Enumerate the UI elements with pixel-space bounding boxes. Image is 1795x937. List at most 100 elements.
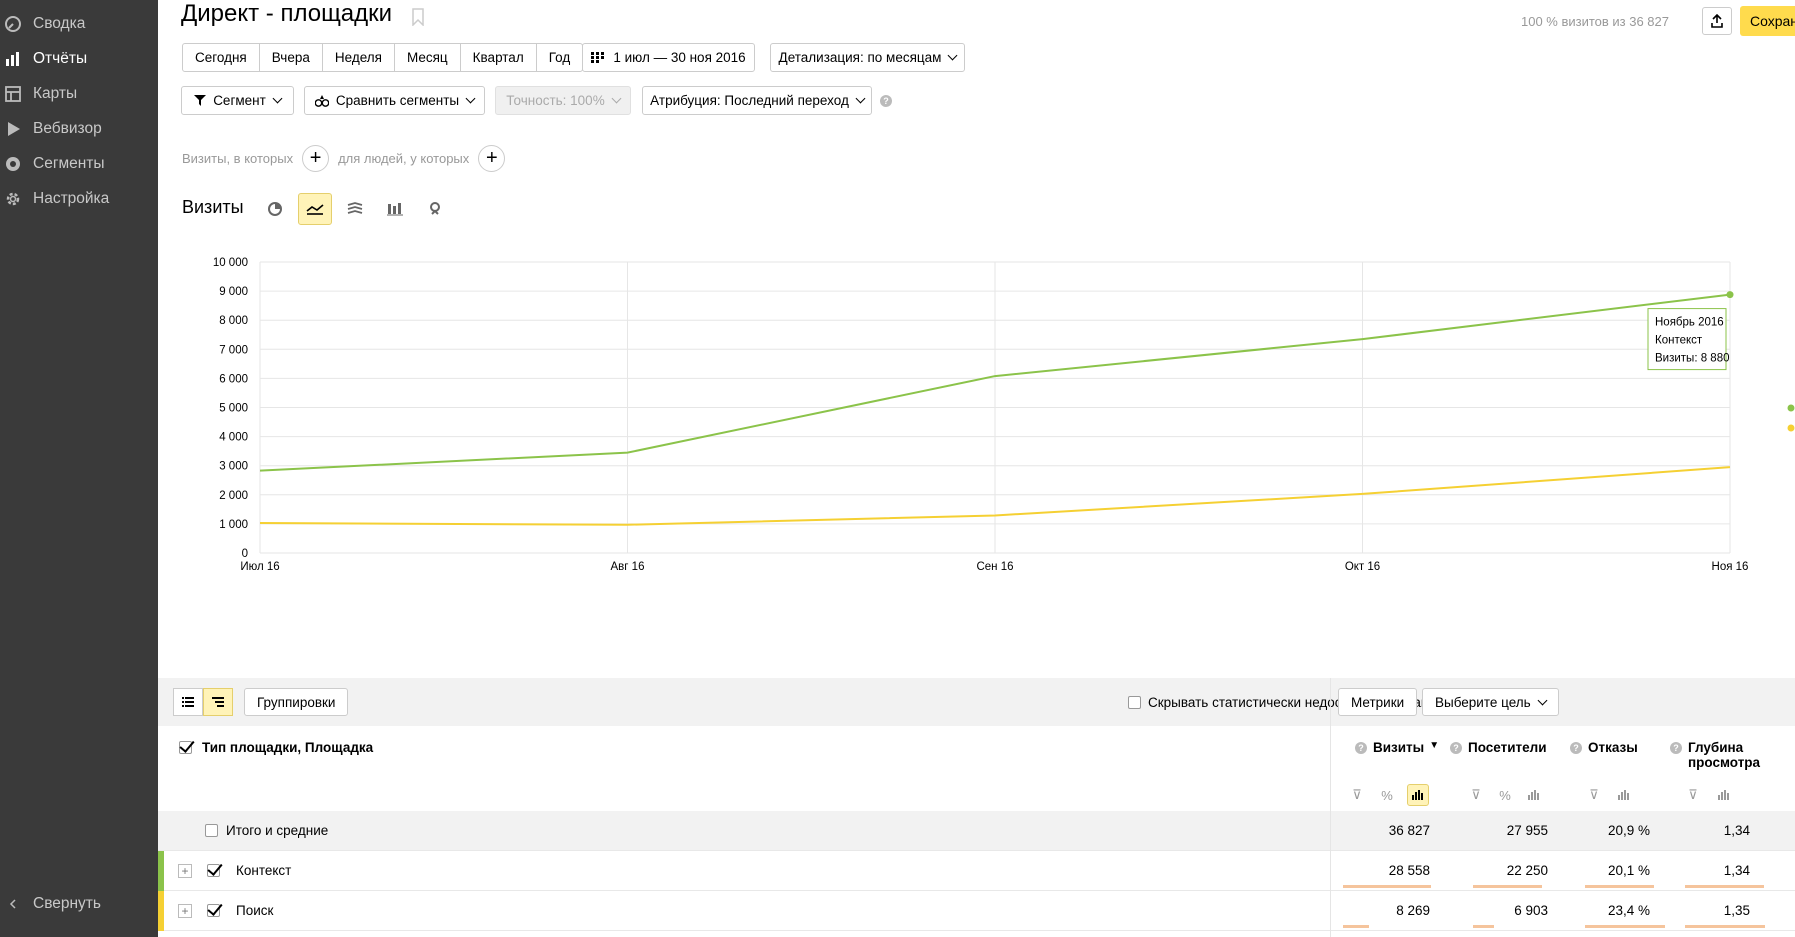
visits-info: 100 % визитов из 36 827 — [1520, 13, 1669, 29]
period-selector: Сегодня Вчера Неделя Месяц Квартал Год — [182, 43, 584, 72]
dimension-checkbox[interactable] — [179, 741, 192, 754]
period-year[interactable]: Год — [537, 44, 583, 71]
goal-dropdown[interactable]: Выберите цель — [1422, 688, 1559, 716]
attribution-label: Атрибуция: Последний переход — [650, 93, 849, 108]
period-today[interactable]: Сегодня — [183, 44, 260, 71]
x-tick-label: Сен 16 — [976, 561, 1013, 573]
expand-button[interactable]: + — [178, 864, 192, 878]
period-quarter[interactable]: Квартал — [461, 44, 537, 71]
x-tick-label: Окт 16 — [1345, 561, 1380, 573]
series-color-marker — [158, 851, 164, 891]
detail-dropdown[interactable]: Детализация: по месяцам — [770, 43, 965, 72]
sidebar-item-label: Вебвизор — [33, 120, 102, 137]
total-depth: 1,34 — [1723, 823, 1750, 838]
attribution-dropdown[interactable]: Атрибуция: Последний переход — [642, 86, 872, 115]
period-yesterday[interactable]: Вчера — [260, 44, 323, 71]
accuracy-dropdown[interactable]: Точность: 100% — [495, 86, 631, 115]
visits-filter-label: Визиты, в которых — [182, 151, 294, 166]
period-month[interactable]: Месяц — [395, 44, 461, 71]
column-header-label: Визиты — [1373, 740, 1425, 755]
percent-icon[interactable]: % — [1376, 784, 1398, 806]
y-tick-label: 2 000 — [219, 490, 248, 502]
share-bar — [1473, 885, 1542, 888]
chevron-down-icon — [272, 93, 283, 104]
bookmark-icon[interactable] — [411, 8, 425, 26]
segment-dropdown[interactable]: Сегмент — [181, 86, 294, 115]
sidebar-item-summary[interactable]: Сводка — [0, 4, 158, 44]
total-checkbox[interactable] — [205, 824, 218, 837]
sidebar-item-webvisor[interactable]: Вебвизор — [0, 109, 158, 149]
line-chart-icon[interactable] — [298, 193, 332, 225]
y-tick-label: 1 000 — [219, 519, 248, 531]
filter-icon[interactable]: ⊽ — [1465, 784, 1487, 806]
sidebar-item-segments[interactable]: Сегменты — [0, 144, 158, 184]
groupings-button[interactable]: Группировки — [244, 688, 349, 716]
tree-view-button[interactable] — [203, 688, 233, 716]
sidebar-item-label: Сводка — [33, 15, 86, 32]
total-visitors: 27 955 — [1506, 823, 1548, 838]
cell-visitors: 22 250 — [1506, 863, 1548, 878]
people-filter-label: для людей, у которых — [338, 151, 470, 166]
map-pin-icon[interactable] — [418, 193, 452, 225]
column-header-visitors[interactable]: ? Посетители — [1450, 740, 1547, 755]
column-header-bounces[interactable]: ? Отказы — [1570, 740, 1638, 755]
share-bar — [1685, 885, 1765, 888]
bar-chart-icon[interactable] — [1613, 784, 1635, 806]
filter-icon[interactable]: ⊽ — [1346, 784, 1368, 806]
bar-chart-icon[interactable] — [1523, 784, 1545, 806]
pie-chart-icon[interactable] — [258, 193, 292, 225]
column-header-label: Посетители — [1468, 740, 1547, 755]
share-button[interactable] — [1702, 7, 1732, 35]
date-range-button[interactable]: 1 июл — 30 ноя 2016 — [582, 43, 755, 72]
table-row[interactable]: + Поиск 8 269 6 903 23,4 % 1,35 — [158, 891, 1795, 931]
compare-segments-dropdown[interactable]: Сравнить сегменты — [304, 86, 485, 115]
metrics-button[interactable]: Метрики — [1338, 688, 1418, 716]
cell-bounces: 23,4 % — [1607, 903, 1650, 918]
row-checkbox[interactable] — [207, 904, 220, 917]
legend-dot — [1787, 424, 1795, 432]
expand-button[interactable]: + — [178, 904, 192, 918]
chevron-down-icon — [465, 93, 476, 104]
period-week[interactable]: Неделя — [323, 44, 395, 71]
chevron-down-icon — [855, 93, 866, 104]
stacked-area-icon[interactable] — [338, 193, 372, 225]
bar-chart-icon[interactable] — [378, 193, 412, 225]
column-divider — [1330, 678, 1331, 937]
help-icon[interactable]: ? — [1355, 742, 1367, 754]
bar-chart-icon[interactable] — [1713, 784, 1735, 806]
save-button[interactable]: Сохранить — [1740, 6, 1795, 36]
column-header-depth[interactable]: ? Глубина просмотра — [1670, 740, 1780, 770]
help-icon[interactable]: ? — [1570, 742, 1582, 754]
collapse-button[interactable]: Свернуть — [0, 884, 158, 924]
play-icon — [2, 118, 24, 140]
y-tick-label: 3 000 — [219, 461, 248, 473]
upload-icon — [1711, 14, 1723, 28]
filter-icon[interactable]: ⊽ — [1682, 784, 1704, 806]
y-tick-label: 0 — [242, 548, 248, 560]
sidebar-item-maps[interactable]: Карты — [0, 74, 158, 114]
bar-chart-icon[interactable] — [1407, 784, 1429, 806]
column-header-visits[interactable]: ? Визиты ▼ — [1355, 740, 1439, 755]
help-icon[interactable]: ? — [880, 95, 892, 107]
table-row[interactable]: + Контекст 28 558 22 250 20,1 % 1,34 — [158, 851, 1795, 891]
y-tick-label: 7 000 — [219, 344, 248, 356]
help-icon[interactable]: ? — [1670, 742, 1682, 754]
total-bounces: 20,9 % — [1607, 823, 1650, 838]
add-people-condition-button[interactable]: + — [478, 145, 506, 172]
hide-unreliable-checkbox[interactable] — [1128, 695, 1141, 709]
tooltip-line: Контекст — [1655, 335, 1703, 347]
sidebar-item-settings[interactable]: Настройка — [0, 179, 158, 219]
list-icon — [182, 697, 194, 707]
dimension-header: Тип площадки, Площадка — [179, 740, 373, 755]
row-checkbox[interactable] — [207, 864, 220, 877]
gear-icon — [2, 188, 24, 210]
filter-icon[interactable]: ⊽ — [1583, 784, 1605, 806]
help-icon[interactable]: ? — [1450, 742, 1462, 754]
sidebar-item-reports[interactable]: Отчёты — [0, 39, 158, 79]
share-bar — [1473, 925, 1495, 928]
add-visit-condition-button[interactable]: + — [302, 145, 330, 172]
row-label: Поиск — [236, 903, 274, 918]
list-view-button[interactable] — [173, 688, 203, 716]
sidebar-item-label: Отчёты — [33, 50, 88, 67]
percent-icon[interactable]: % — [1494, 784, 1516, 806]
